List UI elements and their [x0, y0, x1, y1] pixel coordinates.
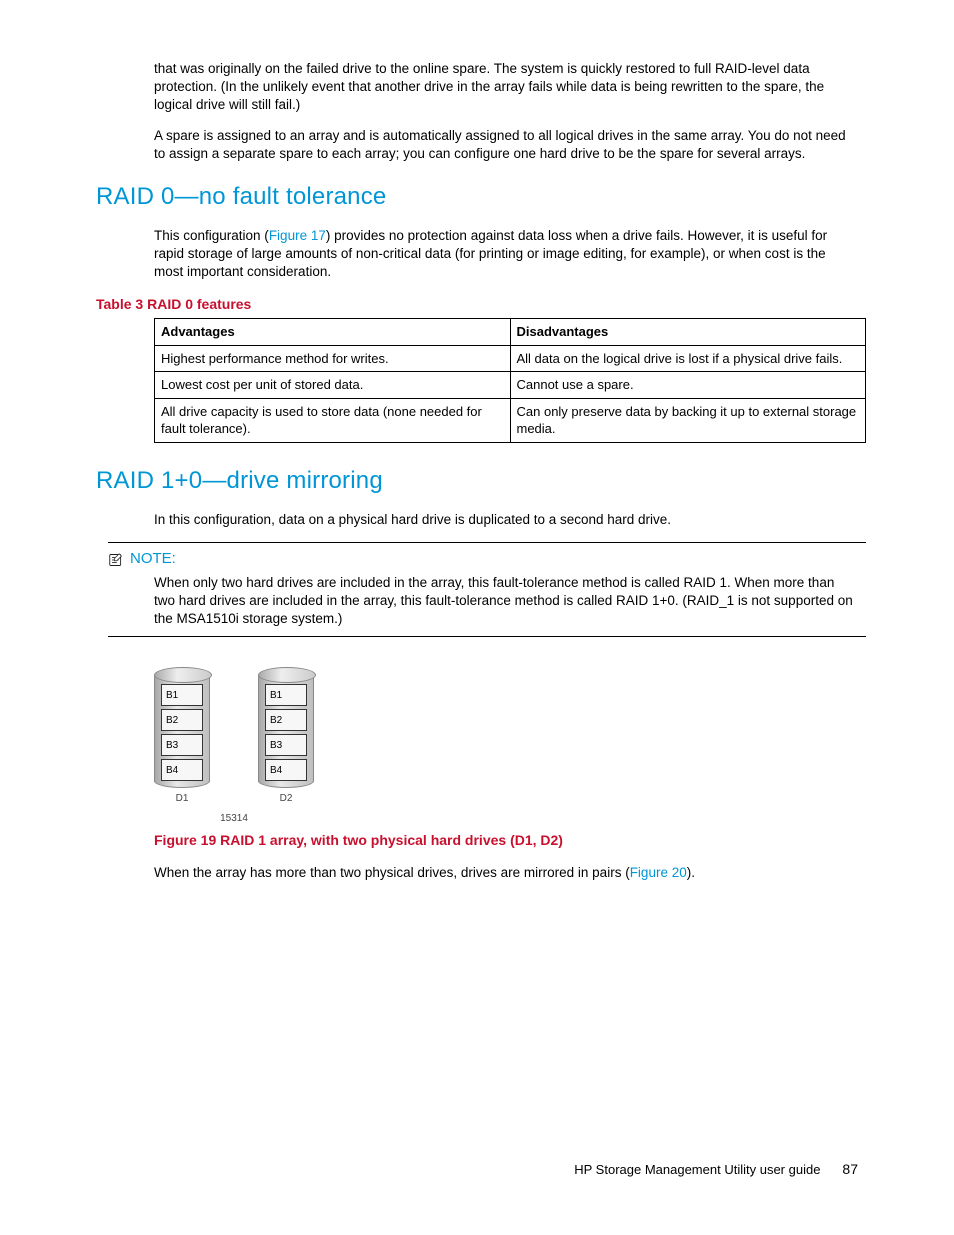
cell-advantage: Lowest cost per unit of stored data. [155, 372, 511, 399]
block-b2: B2 [265, 709, 307, 731]
intro-paragraph-2: A spare is assigned to an array and is a… [154, 127, 858, 163]
note-header: NOTE: [108, 549, 858, 569]
block-b4: B4 [161, 759, 203, 781]
heading-raid10: RAID 1+0—drive mirroring [96, 465, 858, 497]
divider-bottom [108, 636, 866, 637]
cell-advantage: All drive capacity is used to store data… [155, 398, 511, 442]
cell-advantage: Highest performance method for writes. [155, 345, 511, 372]
block-b1: B1 [161, 684, 203, 706]
table-row: Highest performance method for writes. A… [155, 345, 866, 372]
table-caption-raid0: Table 3 RAID 0 features [96, 295, 858, 314]
intro-paragraph-1: that was originally on the failed drive … [154, 60, 858, 115]
cell-disadvantage: All data on the logical drive is lost if… [510, 345, 866, 372]
block-b2: B2 [161, 709, 203, 731]
footer-title: HP Storage Management Utility user guide [574, 1161, 820, 1179]
after-pre: When the array has more than two physica… [154, 865, 630, 880]
table-raid0-features: Advantages Disadvantages Highest perform… [154, 318, 866, 443]
link-figure-20[interactable]: Figure 20 [630, 865, 687, 880]
link-figure-17[interactable]: Figure 17 [269, 228, 326, 243]
cell-disadvantage: Cannot use a spare. [510, 372, 866, 399]
intro-block: that was originally on the failed drive … [154, 60, 858, 163]
th-disadvantages: Disadvantages [510, 319, 866, 346]
figure-raid1-diagram: B1 B2 B3 B4 D1 B1 B2 B3 B4 D2 15314 [154, 667, 858, 825]
raid0-desc-pre: This configuration ( [154, 228, 269, 243]
block-b4: B4 [265, 759, 307, 781]
drive-d1: B1 B2 B3 B4 D1 [154, 667, 210, 806]
th-advantages: Advantages [155, 319, 511, 346]
footer-page-number: 87 [842, 1160, 858, 1179]
drive-label-d1: D1 [154, 792, 210, 806]
note-label: NOTE: [130, 549, 176, 569]
heading-raid0: RAID 0—no fault tolerance [96, 181, 858, 213]
after-post: ). [687, 865, 695, 880]
note-icon [108, 553, 124, 567]
divider-top [108, 542, 866, 543]
note-body: When only two hard drives are included i… [154, 574, 858, 629]
drive-label-d2: D2 [258, 792, 314, 806]
raid0-description: This configuration (Figure 17) provides … [154, 227, 858, 282]
drive-d2: B1 B2 B3 B4 D2 [258, 667, 314, 806]
table-header-row: Advantages Disadvantages [155, 319, 866, 346]
figure-caption: Figure 19 RAID 1 array, with two physica… [154, 831, 858, 850]
block-b3: B3 [265, 734, 307, 756]
table-row: Lowest cost per unit of stored data. Can… [155, 372, 866, 399]
raid10-description: In this configuration, data on a physica… [154, 511, 858, 529]
figure-code: 15314 [154, 812, 314, 826]
block-b1: B1 [265, 684, 307, 706]
page-footer: HP Storage Management Utility user guide… [574, 1160, 858, 1179]
raid10-after-figure: When the array has more than two physica… [154, 864, 858, 882]
table-row: All drive capacity is used to store data… [155, 398, 866, 442]
block-b3: B3 [161, 734, 203, 756]
cell-disadvantage: Can only preserve data by backing it up … [510, 398, 866, 442]
